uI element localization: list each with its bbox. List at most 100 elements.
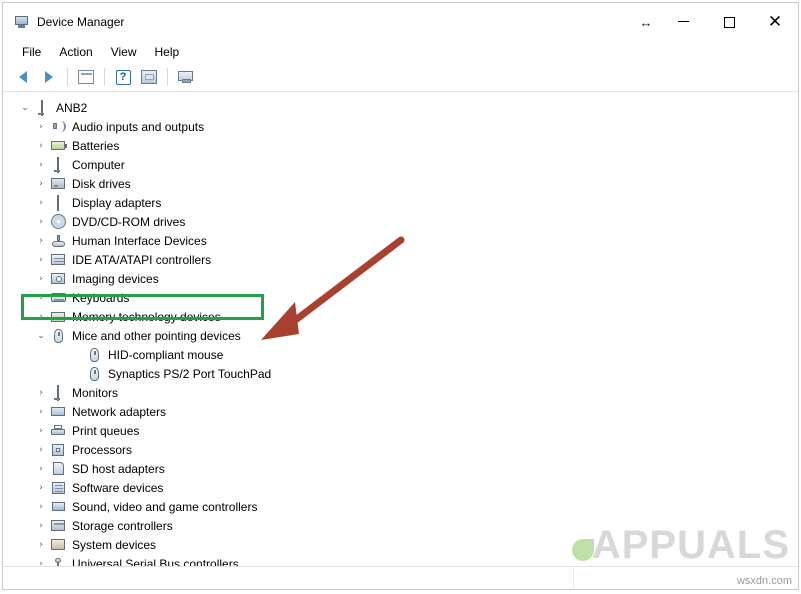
tree-item[interactable]: › Software devices: [3, 478, 798, 497]
tree-item[interactable]: › System devices: [3, 535, 798, 554]
mouse-icon: [49, 328, 67, 344]
chevron-right-icon[interactable]: ›: [33, 136, 49, 155]
tree-item[interactable]: ›Sound, video and game controllers: [3, 497, 798, 516]
properties-button[interactable]: [137, 66, 161, 88]
chevron-right-icon[interactable]: ›: [33, 535, 49, 554]
menu-view[interactable]: View: [102, 43, 146, 62]
show-hide-console-tree-button[interactable]: [74, 66, 98, 88]
chevron-right-icon[interactable]: ›: [33, 478, 49, 497]
tree-item-label: Synaptics PS/2 Port TouchPad: [108, 367, 271, 381]
tree-item[interactable]: ›Network adapters: [3, 402, 798, 421]
tree-item[interactable]: ›DVD/CD-ROM drives: [3, 212, 798, 231]
chevron-right-icon[interactable]: ›: [33, 212, 49, 231]
camera-icon: [49, 271, 67, 287]
tree-root-node[interactable]: ⌄ANB2: [3, 98, 798, 117]
chevron-right-icon[interactable]: ›: [33, 117, 49, 136]
back-button[interactable]: [11, 66, 35, 88]
tree-item-label: System devices: [72, 538, 156, 552]
menu-file[interactable]: File: [13, 43, 50, 62]
chevron-right-icon[interactable]: ›: [33, 402, 49, 421]
speaker-icon: [49, 119, 67, 135]
chevron-right-icon[interactable]: ›: [33, 231, 49, 250]
help-button[interactable]: ?: [111, 66, 135, 88]
status-bar-separator: [573, 567, 574, 589]
cd-rom-icon: [49, 214, 67, 230]
maximize-button[interactable]: [706, 3, 752, 41]
tree-item[interactable]: › Monitors: [3, 383, 798, 402]
network-adapter-icon: [49, 404, 67, 420]
tree-item[interactable]: ›Print queues: [3, 421, 798, 440]
tree-item[interactable]: › Batteries: [3, 136, 798, 155]
tree-item[interactable]: HID-compliant mouse: [3, 345, 798, 364]
console-tree-icon: [78, 70, 94, 84]
chevron-right-icon[interactable]: ›: [33, 516, 49, 535]
chevron-right-icon[interactable]: ›: [33, 250, 49, 269]
menu-help[interactable]: Help: [146, 43, 189, 62]
tree-item[interactable]: Synaptics PS/2 Port TouchPad: [3, 364, 798, 383]
chevron-right-icon[interactable]: ›: [33, 288, 49, 307]
tree-item-label: Memory technology devices: [72, 310, 221, 324]
chevron-right-icon[interactable]: ›: [33, 497, 49, 516]
device-tree-panel[interactable]: ⌄ANB2›Audio inputs and outputs›Batteries…: [3, 92, 798, 589]
monitor-icon: [49, 385, 67, 401]
system-device-icon: [49, 537, 67, 553]
chevron-right-icon[interactable]: ›: [33, 193, 49, 212]
chevron-down-icon[interactable]: ⌄: [17, 98, 33, 117]
mouse-icon: [85, 366, 103, 382]
tree-item-label: Batteries: [72, 139, 119, 153]
tree-item-label: Software devices: [72, 481, 163, 495]
tree-item[interactable]: ›Audio inputs and outputs: [3, 117, 798, 136]
tree-item[interactable]: ›Human Interface Devices: [3, 231, 798, 250]
tree-item[interactable]: › SD host adapters: [3, 459, 798, 478]
processor-icon: [49, 442, 67, 458]
tree-item[interactable]: › Processors: [3, 440, 798, 459]
chevron-right-icon[interactable]: ›: [33, 440, 49, 459]
close-button[interactable]: ✕: [752, 3, 798, 41]
chevron-right-icon[interactable]: ›: [33, 174, 49, 193]
menu-action[interactable]: Action: [50, 43, 101, 62]
chevron-down-icon[interactable]: ⌄: [33, 326, 49, 345]
chevron-right-icon: [69, 345, 85, 364]
tree-item-label: Computer: [72, 158, 125, 172]
arrow-right-icon: [45, 71, 53, 83]
tree-item[interactable]: ›Imaging devices: [3, 269, 798, 288]
tree-item-label: Monitors: [72, 386, 118, 400]
battery-icon: [49, 138, 67, 154]
tree-item[interactable]: › Memory technology devices: [3, 307, 798, 326]
chevron-right-icon[interactable]: ›: [33, 383, 49, 402]
tree-item[interactable]: ›Display adapters: [3, 193, 798, 212]
tree-item[interactable]: ⌄Mice and other pointing devices: [3, 326, 798, 345]
minimize-button[interactable]: [660, 3, 706, 41]
mouse-icon: [85, 347, 103, 363]
arrow-left-icon: [19, 71, 27, 83]
chevron-right-icon: [69, 364, 85, 383]
tree-item-label: SD host adapters: [72, 462, 165, 476]
tree-item[interactable]: › Computer: [3, 155, 798, 174]
software-device-icon: [49, 480, 67, 496]
scan-for-hardware-changes-button[interactable]: [174, 66, 198, 88]
tree-item[interactable]: ›IDE ATA/ATAPI controllers: [3, 250, 798, 269]
chevron-right-icon[interactable]: ›: [33, 421, 49, 440]
keyboard-icon: [49, 290, 67, 306]
resize-handle-icon[interactable]: ↔: [632, 3, 660, 41]
close-icon: ✕: [768, 14, 782, 31]
properties-monitor-icon: [141, 70, 157, 84]
computer-icon: [49, 157, 67, 173]
chevron-right-icon[interactable]: ›: [33, 307, 49, 326]
printer-icon: [49, 423, 67, 439]
disk-drive-icon: [49, 176, 67, 192]
tree-item[interactable]: › Disk drives: [3, 174, 798, 193]
tree-item-label: Disk drives: [72, 177, 131, 191]
memory-icon: [49, 309, 67, 325]
tree-item-label: Processors: [72, 443, 132, 457]
forward-button[interactable]: [37, 66, 61, 88]
chevron-right-icon[interactable]: ›: [33, 269, 49, 288]
device-manager-window: Device Manager ↔ ✕ File Action View Help…: [2, 2, 799, 590]
status-bar: wsxdn.com: [3, 566, 798, 589]
tree-item[interactable]: › Keyboards: [3, 288, 798, 307]
chevron-right-icon[interactable]: ›: [33, 155, 49, 174]
hid-icon: [49, 233, 67, 249]
tree-item[interactable]: ›Storage controllers: [3, 516, 798, 535]
chevron-right-icon[interactable]: ›: [33, 459, 49, 478]
tree-item-label: Keyboards: [72, 291, 129, 305]
